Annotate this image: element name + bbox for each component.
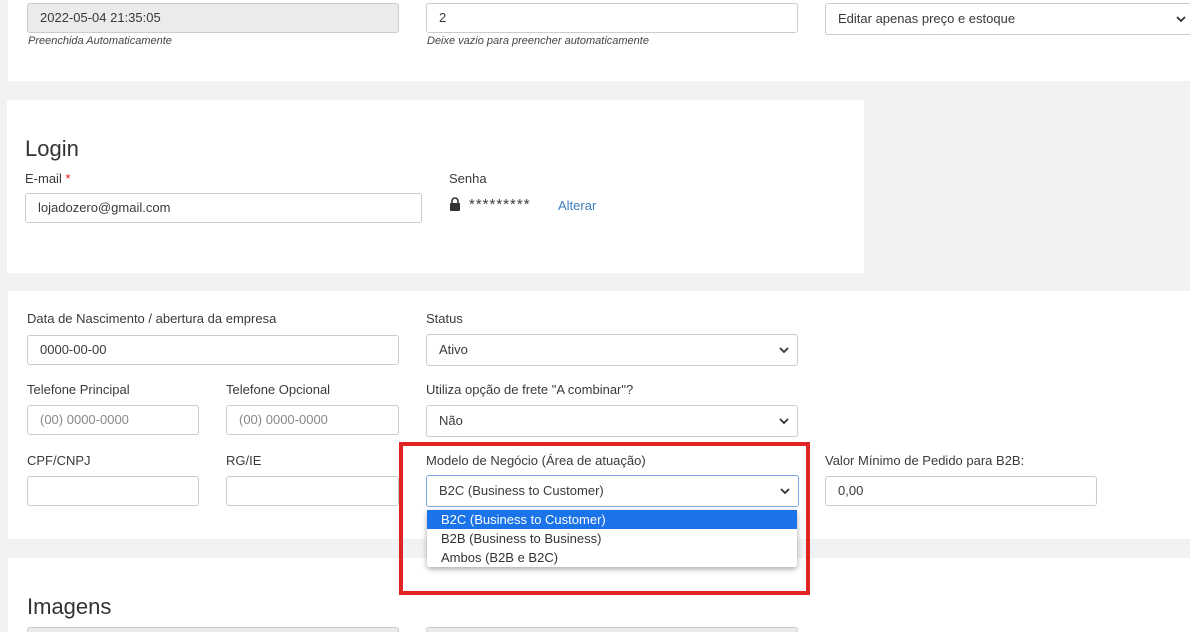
freight-value: Não	[439, 413, 463, 428]
min-order-field[interactable]: 0,00	[825, 476, 1097, 506]
change-password-link[interactable]: Alterar	[558, 198, 596, 213]
email-label: E-mail *	[25, 171, 71, 186]
min-order-label: Valor Mínimo de Pedido para B2B:	[825, 453, 1025, 468]
birth-label: Data de Nascimento / abertura da empresa	[27, 311, 277, 326]
top-card: 2022-05-04 21:35:05 Preenchida Automatic…	[8, 0, 1190, 81]
edit-mode-select[interactable]: Editar apenas preço e estoque	[825, 3, 1190, 35]
images-title: Imagens	[27, 594, 112, 619]
phone-optional-label: Telefone Opcional	[226, 382, 331, 397]
email-field[interactable]: lojadozero@gmail.com	[25, 193, 422, 223]
phone-label: Telefone Principal	[27, 382, 130, 397]
rg-label: RG/IE	[226, 453, 262, 468]
highlight-box	[399, 442, 810, 595]
cpf-field[interactable]	[27, 476, 199, 506]
chevron-down-icon	[779, 418, 789, 425]
chevron-down-icon	[1176, 16, 1186, 23]
image-field-2[interactable]	[426, 627, 798, 632]
phone-field[interactable]: (00) 0000-0000	[27, 405, 199, 435]
phone-optional-field[interactable]: (00) 0000-0000	[226, 405, 399, 435]
status-label: Status	[426, 311, 463, 326]
number-field[interactable]: 2	[426, 3, 798, 33]
birth-field[interactable]: 0000-00-00	[27, 335, 399, 365]
number-help: Deixe vazio para preencher automaticamen…	[427, 35, 649, 47]
cpf-label: CPF/CNPJ	[27, 453, 91, 468]
date-field: 2022-05-04 21:35:05	[27, 3, 399, 33]
status-value: Ativo	[439, 342, 468, 357]
rg-field[interactable]	[226, 476, 399, 506]
password-mask: *********	[469, 196, 531, 213]
chevron-down-icon	[779, 347, 789, 354]
login-card: Login E-mail * lojadozero@gmail.com Senh…	[7, 100, 864, 273]
password-label: Senha	[449, 171, 487, 186]
login-title: Login	[25, 136, 79, 161]
image-field-1[interactable]	[27, 627, 399, 632]
lock-icon	[450, 197, 460, 211]
date-help: Preenchida Automaticamente	[28, 35, 172, 47]
freight-select[interactable]: Não	[426, 405, 798, 437]
edit-mode-value: Editar apenas preço e estoque	[838, 11, 1016, 26]
freight-label: Utiliza opção de frete "A combinar"?	[426, 382, 634, 397]
status-select[interactable]: Ativo	[426, 334, 798, 366]
